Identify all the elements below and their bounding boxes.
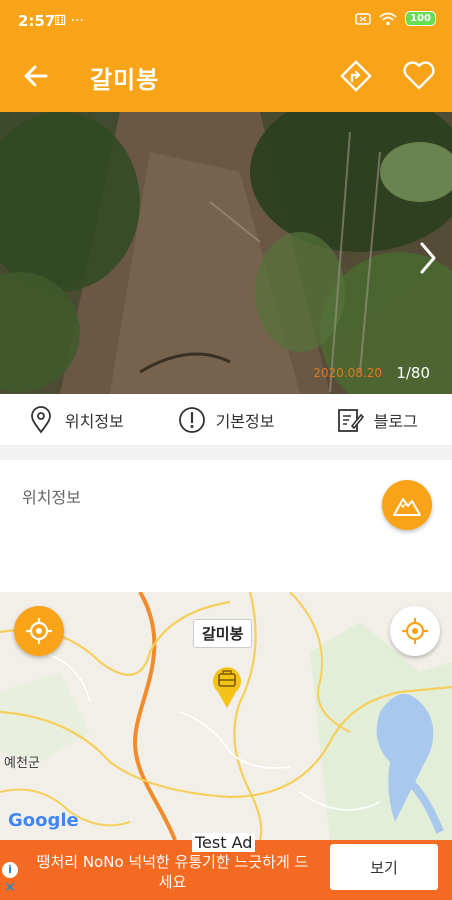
ad-view-button[interactable]: 보기 bbox=[330, 844, 438, 890]
location-pin-icon bbox=[30, 405, 51, 434]
test-ad-label: Test Ad bbox=[192, 833, 256, 852]
peak-label: 갈미봉 bbox=[193, 619, 253, 648]
directions-icon[interactable] bbox=[340, 60, 372, 92]
tab-blog[interactable]: 블로그 bbox=[301, 394, 452, 445]
info-tabs: 위치정보 기본정보 블로그 bbox=[0, 394, 452, 446]
map-view[interactable]: 갈미봉 예천군 Google bbox=[0, 592, 452, 840]
sim-icon bbox=[355, 12, 371, 25]
chevron-right-icon[interactable] bbox=[418, 240, 438, 276]
info-exclamation-icon bbox=[178, 406, 205, 433]
crosshair-icon bbox=[402, 618, 428, 644]
notification-icons: ⚅ ··· bbox=[54, 13, 84, 29]
section-title: 위치정보 bbox=[22, 488, 81, 507]
town-label: 예천군 bbox=[4, 756, 40, 771]
battery-indicator: 100 bbox=[405, 11, 436, 26]
mountain-icon bbox=[393, 498, 421, 516]
status-time: 2:57 bbox=[18, 12, 56, 30]
tab-location[interactable]: 위치정보 bbox=[0, 394, 151, 445]
ad-info-icon[interactable]: i bbox=[2, 862, 18, 878]
tab-basic-info-label: 기본정보 bbox=[215, 411, 275, 431]
blog-edit-icon bbox=[337, 408, 364, 432]
back-arrow-icon[interactable] bbox=[22, 62, 50, 90]
photo-date-stamp: 2020.08.20 bbox=[313, 366, 382, 380]
location-section: 위치정보 bbox=[0, 460, 452, 592]
status-right: 100 bbox=[355, 11, 436, 26]
app-bar: 갈미봉 bbox=[0, 40, 452, 112]
peak-location-button[interactable] bbox=[390, 606, 440, 656]
section-divider bbox=[0, 446, 452, 460]
wifi-icon bbox=[379, 12, 397, 25]
status-bar: 2:57 ⚅ ··· 100 bbox=[0, 0, 452, 40]
tab-location-label: 위치정보 bbox=[64, 411, 124, 431]
ad-close-icon[interactable]: ✕ bbox=[4, 880, 16, 896]
trail-photo-image bbox=[0, 112, 452, 394]
heart-icon[interactable] bbox=[402, 60, 436, 92]
crosshair-icon bbox=[26, 618, 52, 644]
my-location-button[interactable] bbox=[14, 606, 64, 656]
map-marker-icon[interactable] bbox=[208, 662, 246, 710]
google-logo: Google bbox=[8, 810, 79, 831]
mountain-button[interactable] bbox=[382, 480, 432, 530]
trail-photo[interactable]: 2020.08.20 1/80 bbox=[0, 112, 452, 394]
ad-text: 땡처리 NoNo 넉넉한 유통기한 느긋하게 드세요 bbox=[36, 853, 309, 891]
page-title: 갈미봉 bbox=[90, 66, 160, 94]
tab-blog-label: 블로그 bbox=[373, 411, 418, 431]
photo-counter: 1/80 bbox=[396, 364, 430, 382]
tab-basic-info[interactable]: 기본정보 bbox=[151, 394, 302, 445]
